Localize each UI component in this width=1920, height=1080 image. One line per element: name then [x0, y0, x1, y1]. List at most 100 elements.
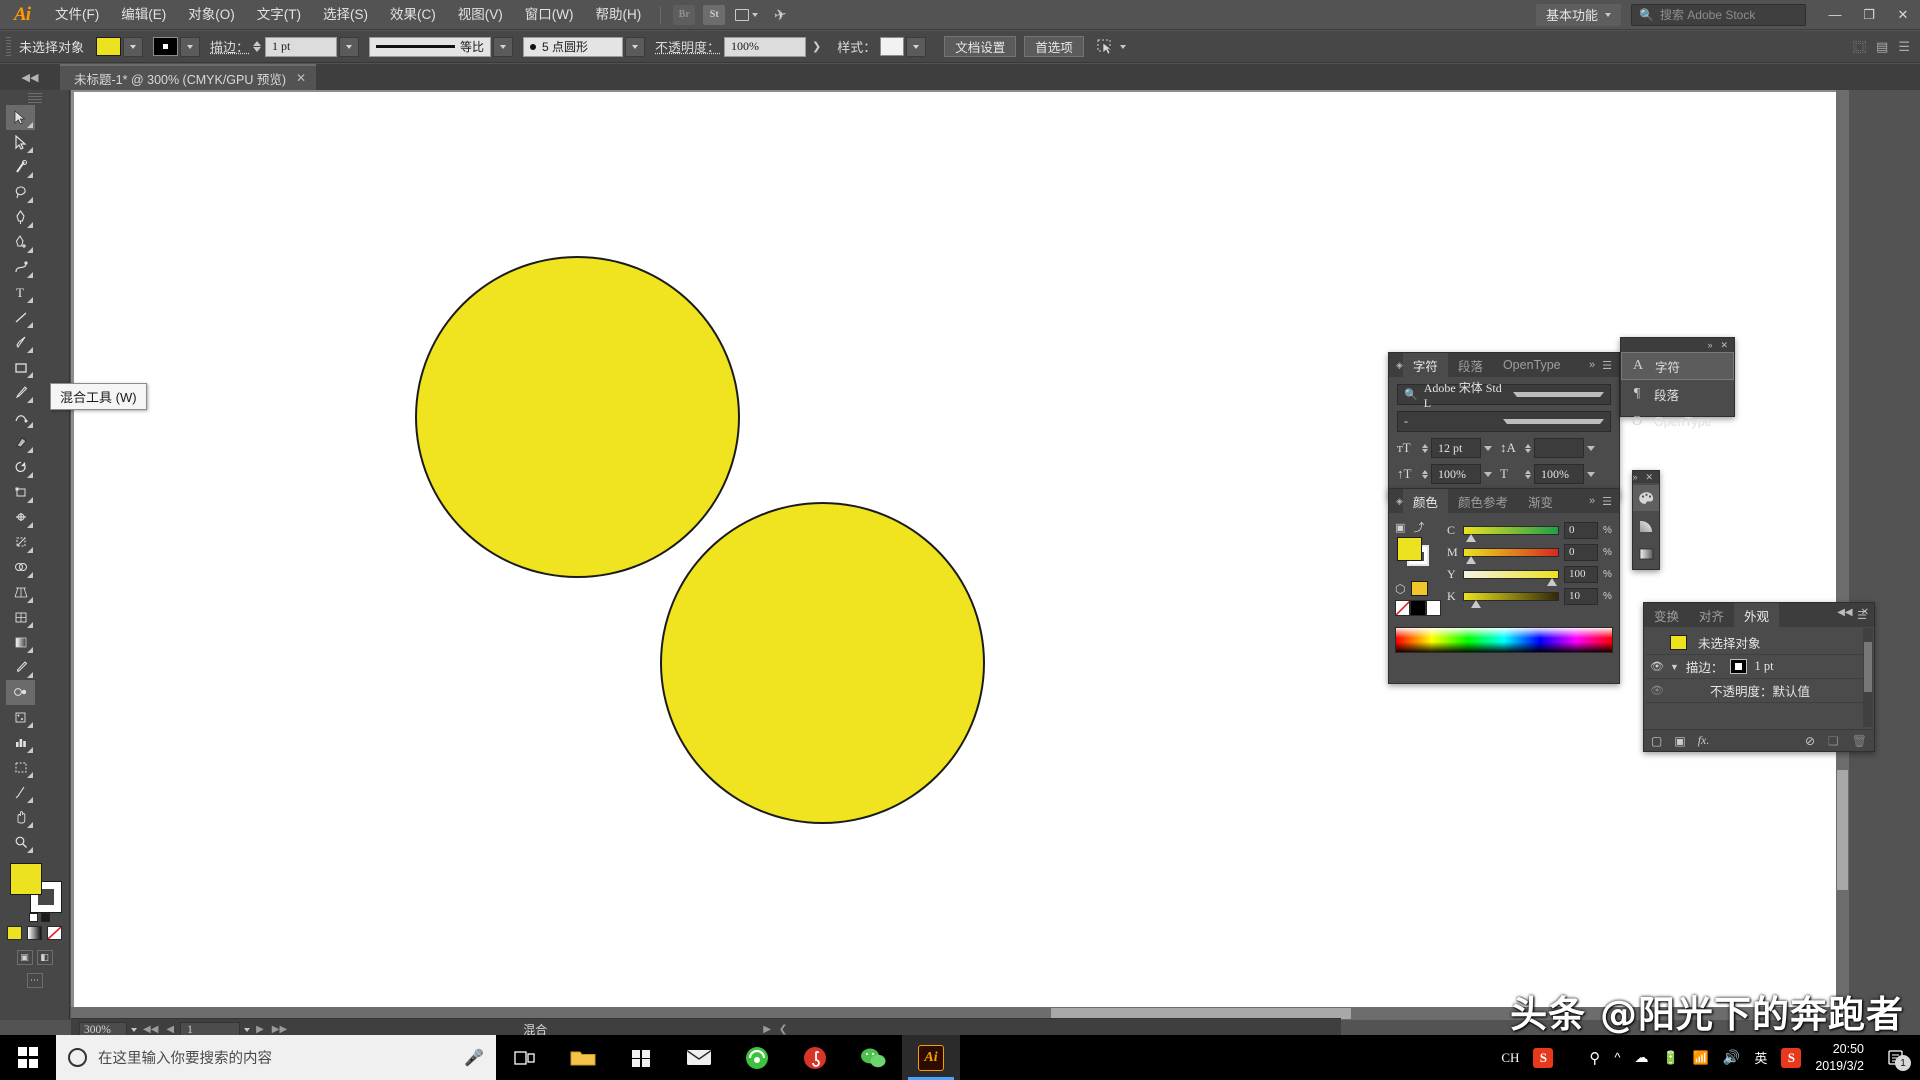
menu-object[interactable]: 对象(O): [177, 0, 246, 30]
add-new-fill-icon[interactable]: ▣: [1674, 734, 1685, 748]
menu-help[interactable]: 帮助(H): [584, 0, 652, 30]
slider-track-y[interactable]: [1463, 569, 1559, 586]
start-button[interactable]: [0, 1035, 56, 1080]
taskbar-search-box[interactable]: 在这里输入你要搜索的内容 🎤: [56, 1035, 496, 1080]
tool-slice[interactable]: [6, 780, 35, 805]
tab-character[interactable]: 字符: [1402, 353, 1448, 377]
menu-view[interactable]: 视图(V): [447, 0, 514, 30]
tool-shaper[interactable]: [6, 405, 35, 430]
tool-rectangle[interactable]: [6, 355, 35, 380]
menu-window[interactable]: 窗口(W): [514, 0, 585, 30]
tool-width[interactable]: [6, 505, 35, 530]
tool-blend[interactable]: [6, 680, 35, 705]
next-artboard-icon[interactable]: ▶: [254, 1024, 266, 1035]
language-indicator[interactable]: 英: [1754, 1048, 1767, 1067]
tool-add-anchor-point[interactable]: [6, 230, 35, 255]
vertical-scrollbar-thumb[interactable]: [1837, 770, 1848, 890]
brush-preview[interactable]: 5 点圆形: [523, 36, 624, 57]
previous-artboard-icon[interactable]: ◀: [164, 1024, 176, 1035]
panel-collapse-icon[interactable]: ◈: [1389, 496, 1403, 507]
yellow-circle-1[interactable]: [415, 256, 740, 578]
color-spectrum-bar[interactable]: [1395, 627, 1613, 653]
tool-selection[interactable]: [6, 105, 35, 130]
close-icon[interactable]: ✕: [1861, 607, 1869, 618]
tab-align[interactable]: 对齐: [1689, 603, 1734, 627]
document-setup-button[interactable]: 文档设置: [944, 36, 1017, 57]
ime-indicator[interactable]: CH: [1501, 1050, 1519, 1066]
yellow-circle-2[interactable]: [660, 502, 985, 824]
appearance-opacity-row[interactable]: 👁 不透明度：默认值: [1646, 679, 1872, 703]
delete-item-icon[interactable]: 🗑: [1852, 734, 1867, 748]
sogou-ime-icon[interactable]: S: [1533, 1047, 1554, 1068]
close-icon[interactable]: ✕: [1720, 340, 1728, 351]
zoom-dropdown-icon[interactable]: [131, 1027, 137, 1032]
tool-pencil[interactable]: [6, 380, 35, 405]
tab-opentype[interactable]: OpenType: [1493, 353, 1571, 377]
add-effect-icon[interactable]: fx.: [1698, 733, 1710, 748]
onedrive-cloud-icon[interactable]: ☁: [1635, 1049, 1649, 1066]
tool-line-segment[interactable]: [6, 305, 35, 330]
select-similar-group[interactable]: [1096, 38, 1126, 56]
panel-menu-icon[interactable]: ☰: [1602, 359, 1612, 372]
fill-color-indicator[interactable]: [10, 863, 42, 895]
web-safe-icon[interactable]: ⬡: [1395, 582, 1405, 596]
gradient-fill-button[interactable]: [27, 926, 42, 940]
gradient-bar-icon[interactable]: [1633, 541, 1659, 567]
edit-toolbar-icon[interactable]: ⋯: [26, 973, 43, 988]
fill-swatch[interactable]: [1397, 537, 1422, 561]
font-size-field[interactable]: 12 pt: [1431, 438, 1481, 458]
panel-collapse-icon[interactable]: ◈: [1389, 360, 1403, 371]
white-swatch[interactable]: [1425, 600, 1441, 616]
status-flyout-icon[interactable]: ▶: [761, 1024, 773, 1035]
first-artboard-icon[interactable]: ◀◀: [141, 1024, 160, 1035]
tool-eyedropper[interactable]: [6, 655, 35, 680]
panel-expand-icon[interactable]: »: [1589, 359, 1595, 371]
wechat-browser-button[interactable]: [728, 1035, 786, 1080]
brush-dropdown[interactable]: [625, 36, 646, 57]
vertical-scrollbar[interactable]: [1836, 90, 1849, 1007]
visibility-eye-icon[interactable]: 👁: [1650, 660, 1664, 673]
expand-panels-icon[interactable]: »: [1632, 472, 1637, 482]
tool-type[interactable]: T: [6, 280, 35, 305]
volume-icon[interactable]: 🔊: [1723, 1049, 1740, 1066]
stock-icon[interactable]: St: [703, 4, 726, 25]
drawing-mode-icon[interactable]: ◧: [36, 950, 53, 965]
preferences-button[interactable]: 首选项: [1024, 36, 1084, 57]
illustrator-button[interactable]: Ai: [902, 1035, 960, 1080]
stroke-swatch[interactable]: [153, 37, 179, 56]
show-hidden-icons-chevron[interactable]: ^: [1614, 1050, 1620, 1065]
font-size-stepper[interactable]: [1422, 443, 1428, 453]
artboard-dropdown-icon[interactable]: [244, 1027, 251, 1032]
channel-value-m[interactable]: 0: [1564, 543, 1598, 561]
flyout-item-opentype[interactable]: O OpenType: [1621, 408, 1734, 436]
leading-field[interactable]: [1534, 438, 1584, 458]
tool-scale[interactable]: [6, 480, 35, 505]
mail-button[interactable]: [670, 1035, 728, 1080]
microphone-icon[interactable]: 🎤: [464, 1048, 484, 1068]
duplicate-item-icon[interactable]: ❏: [1828, 734, 1839, 748]
opacity-field[interactable]: 100%: [724, 36, 807, 57]
stroke-weight-field[interactable]: 1 pt: [265, 36, 338, 57]
slider-track-m[interactable]: [1463, 547, 1559, 564]
horizontal-scale-field[interactable]: 100%: [1534, 464, 1584, 484]
panel-menu-icon[interactable]: ☰: [1602, 495, 1612, 508]
tab-paragraph[interactable]: 段落: [1448, 353, 1493, 377]
chevron-down-icon[interactable]: [1587, 445, 1595, 451]
tools-panel-grip[interactable]: [27, 93, 42, 103]
control-bar-grip[interactable]: [6, 36, 11, 57]
chevron-down-icon[interactable]: [1503, 419, 1604, 424]
menu-file[interactable]: 文件(F): [44, 0, 110, 30]
tool-zoom[interactable]: [6, 830, 35, 855]
chevron-down-icon[interactable]: [1484, 471, 1492, 477]
tool-rotate[interactable]: [6, 455, 35, 480]
opacity-flyout-arrow-icon[interactable]: ❯: [812, 40, 821, 53]
panel-expand-icon[interactable]: »: [1589, 495, 1595, 507]
tool-artboard[interactable]: [6, 755, 35, 780]
vertical-scale-stepper[interactable]: [1422, 469, 1428, 479]
collapse-icon[interactable]: ◀◀: [1837, 607, 1852, 618]
panel-menu-icon[interactable]: ☰: [1898, 39, 1910, 55]
palette-icon[interactable]: [1633, 485, 1659, 511]
tool-hand[interactable]: [6, 805, 35, 830]
workspace-switcher[interactable]: 基本功能: [1535, 3, 1621, 26]
tool-perspective-grid[interactable]: [6, 580, 35, 605]
